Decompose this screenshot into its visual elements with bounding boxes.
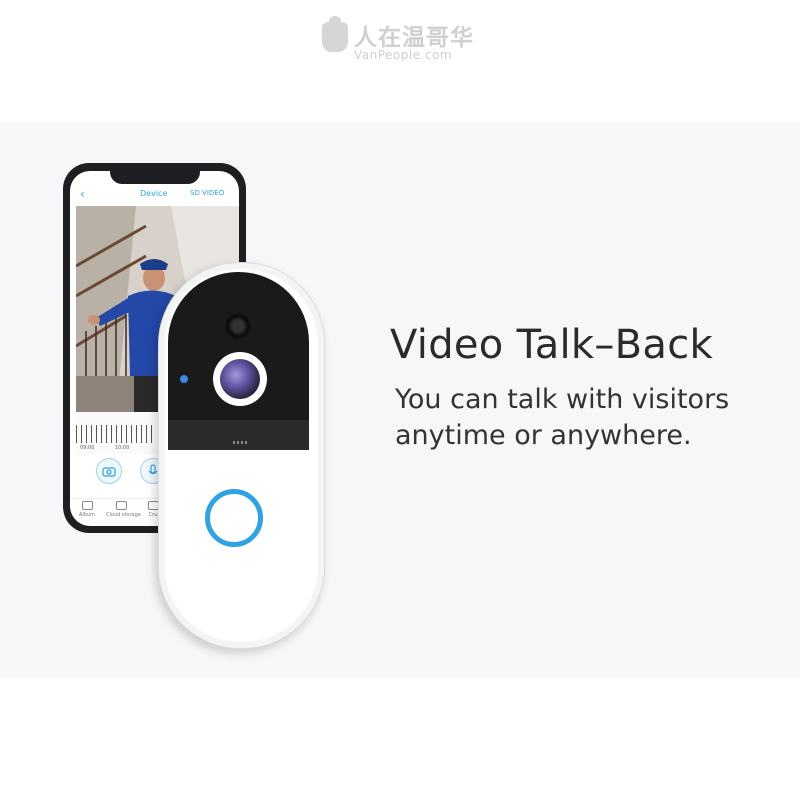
feature-heading: Video Talk–Back [390,322,713,368]
phone-notch [110,166,200,184]
microphone-grille-icon [233,441,247,444]
description-line: anytime or anywhere. [395,420,692,451]
tab-label: Album [78,512,96,518]
timeline-ticks [76,425,156,443]
camera-lens-glass [220,359,260,399]
status-led-icon [180,375,188,383]
watermark-subtitle: VanPeople.com [354,48,453,62]
sd-video-button[interactable]: SD VIDEO [190,189,224,197]
album-icon [81,501,93,510]
back-icon[interactable]: ‹ [80,187,85,201]
timeline-label: 09:00 [80,445,95,451]
feature-description: You can talk with visitors anytime or an… [395,382,795,454]
cloud-icon [115,501,127,510]
doorbell-button[interactable] [205,489,263,547]
snapshot-button[interactable] [96,458,122,484]
tab-label: Cloud storage [106,512,141,518]
watermark-title: 人在温哥华 [354,25,474,51]
app-title: Device [140,189,168,198]
watermark-logo-icon [322,16,348,52]
cruise-icon [147,501,159,510]
timeline-label: 10:00 [115,445,130,451]
app-bar: ‹ Device SD VIDEO [70,185,239,205]
tab-cloud-storage[interactable]: Cloud storage [106,501,141,518]
watermark: 人在温哥华 VanPeople.com [320,16,490,68]
ir-sensor-icon [225,313,251,339]
camera-icon [102,467,116,477]
tab-album[interactable]: Album [72,501,102,518]
description-line: You can talk with visitors [395,384,730,415]
